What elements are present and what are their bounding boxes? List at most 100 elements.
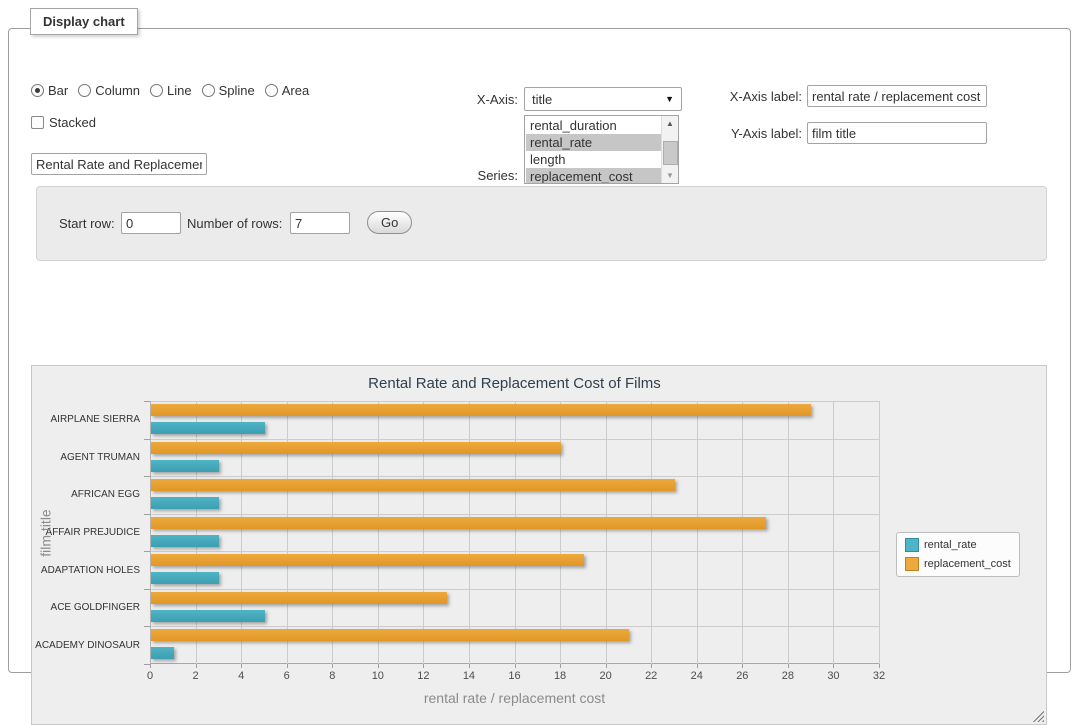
chart-type-column[interactable]: Column [78,83,140,98]
bar-rental_rate-1[interactable] [151,460,219,472]
x-axis-tick [378,664,379,668]
series-multiselect[interactable]: rental_durationrental_ratelengthreplacem… [524,115,679,184]
x-axis-tick-label: 16 [508,670,520,682]
scroll-up-icon[interactable]: ▲ [662,116,678,131]
gridline-vertical [788,401,789,664]
bar-rental_rate-5[interactable] [151,610,265,622]
x-axis-tick [332,664,333,668]
chart-type-label: Line [167,83,192,98]
chart-type-area[interactable]: Area [265,83,309,98]
gridline-vertical [241,401,242,664]
gridline-vertical [560,401,561,664]
x-axis-tick [150,664,151,668]
x-axis-tick [196,664,197,668]
chart-type-radio-bar[interactable] [31,84,44,97]
y-axis-tick [144,589,150,590]
gridline-vertical [697,401,698,664]
x-axis-label-input[interactable] [807,85,987,107]
y-axis-label-input[interactable] [807,122,987,144]
chart-type-line[interactable]: Line [150,83,192,98]
chart-type-bar[interactable]: Bar [31,83,68,98]
gridline-vertical [196,401,197,664]
chart-type-label: Area [282,83,309,98]
gridline-vertical [469,401,470,664]
bar-replacement_cost-0[interactable] [151,404,811,416]
x-axis-tick-label: 18 [554,670,566,682]
x-axis-tick [651,664,652,668]
x-axis-tick-label: 0 [147,670,153,682]
y-axis-tick [144,626,150,627]
plot-area [150,401,879,664]
series-option-replacement_cost[interactable]: replacement_cost [526,168,661,184]
gridline-horizontal [151,476,880,477]
gridline-horizontal [151,514,880,515]
bar-rental_rate-3[interactable] [151,535,219,547]
x-axis-tick [742,664,743,668]
chart-type-radio-spline[interactable] [202,84,215,97]
legend-item-replacement_cost[interactable]: replacement_cost [905,557,1011,571]
gridline-horizontal [151,589,880,590]
chevron-down-icon: ▼ [665,94,674,104]
x-axis-tick [515,664,516,668]
legend-swatch-rental_rate [905,538,919,552]
x-axis-tick-label: 12 [417,670,429,682]
display-chart-panel: BarColumnLineSplineArea Stacked X-Axis: … [8,28,1071,673]
chart-type-radio-column[interactable] [78,84,91,97]
legend-item-rental_rate[interactable]: rental_rate [905,538,1011,552]
start-row-label: Start row: [59,216,115,231]
x-axis-tick-label: 30 [827,670,839,682]
x-axis-tick [606,664,607,668]
chart-title: Rental Rate and Replacement Cost of Film… [150,375,879,392]
bar-replacement_cost-5[interactable] [151,592,447,604]
scrollbar-thumb[interactable] [663,141,678,165]
gridline-horizontal [151,401,880,402]
bar-rental_rate-6[interactable] [151,647,174,659]
x-axis-tick-label: 4 [238,670,244,682]
x-axis-select[interactable]: title ▼ [524,87,682,111]
resize-grip-icon[interactable] [1033,711,1044,722]
bar-replacement_cost-1[interactable] [151,442,561,454]
x-axis-tick [423,664,424,668]
gridline-vertical [833,401,834,664]
x-axis-tick-label: 26 [736,670,748,682]
chart-container: Rental Rate and Replacement Cost of Film… [31,365,1047,725]
bar-rental_rate-2[interactable] [151,497,219,509]
chart-type-radio-area[interactable] [265,84,278,97]
chart-type-radio-line[interactable] [150,84,163,97]
x-axis-selected-value: title [532,92,552,107]
y-axis-tick [144,401,150,402]
gridline-vertical [423,401,424,664]
bar-replacement_cost-3[interactable] [151,517,766,529]
y-axis-tick [144,514,150,515]
chart-title-input[interactable] [31,153,207,175]
number-of-rows-input[interactable] [290,212,350,234]
rows-box: Start row: Number of rows: Go [36,186,1047,261]
series-option-rental_duration[interactable]: rental_duration [526,117,661,134]
y-axis-tick [144,439,150,440]
go-button[interactable]: Go [367,211,412,234]
bar-rental_rate-4[interactable] [151,572,219,584]
series-option-length[interactable]: length [526,151,661,168]
x-axis-tick-label: 8 [329,670,335,682]
x-axis-tick-label: 2 [193,670,199,682]
bar-replacement_cost-6[interactable] [151,629,629,641]
chart-type-spline[interactable]: Spline [202,83,255,98]
series-option-rental_rate[interactable]: rental_rate [526,134,661,151]
gridline-vertical [606,401,607,664]
start-row-input[interactable] [121,212,181,234]
x-axis-tick-label: 14 [463,670,475,682]
gridline-vertical [332,401,333,664]
x-axis-tick-label: 6 [284,670,290,682]
series-scrollbar[interactable]: ▲ ▼ [661,116,678,183]
stacked-checkbox[interactable] [31,116,44,129]
gridline-horizontal [151,439,880,440]
stacked-checkbox-row[interactable]: Stacked [31,115,96,130]
y-axis-tick [144,664,150,665]
legend-label: replacement_cost [924,558,1011,570]
bar-rental_rate-0[interactable] [151,422,265,434]
legend-label: rental_rate [924,539,977,551]
bar-replacement_cost-4[interactable] [151,554,584,566]
scroll-down-icon[interactable]: ▼ [662,168,678,183]
chart-type-label: Column [95,83,140,98]
bar-replacement_cost-2[interactable] [151,479,675,491]
